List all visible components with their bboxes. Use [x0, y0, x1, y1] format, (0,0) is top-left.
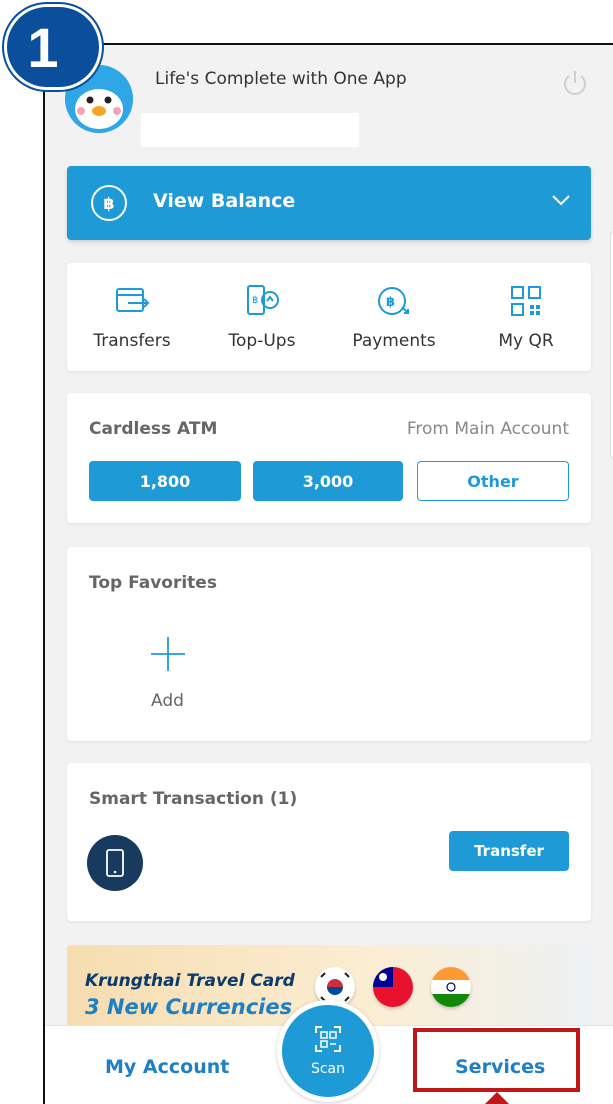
scan-icon [315, 1026, 341, 1052]
view-balance-bar[interactable]: ฿ View Balance [67, 166, 591, 240]
quick-actions-card: Transfers ฿ Top-Ups ฿ Payments My QR [67, 263, 591, 371]
add-favorite-label[interactable]: Add [151, 691, 184, 711]
amount-3000-button[interactable]: 3,000 [253, 461, 403, 501]
topups-action[interactable]: ฿ Top-Ups [197, 263, 327, 371]
smart-transaction-card: Smart Transaction (1) Transfer [67, 763, 591, 921]
scan-label: Scan [310, 1061, 346, 1077]
phone-screen: Life's Complete with One App ฿ View Bala… [43, 43, 613, 1104]
top-favorites-card: Top Favorites Add [67, 547, 591, 741]
transfers-label: Transfers [93, 331, 171, 351]
step-number-badge: 1 [4, 4, 102, 90]
top-favorites-title: Top Favorites [89, 573, 217, 593]
transfer-icon [116, 288, 150, 312]
transfers-action[interactable]: Transfers [67, 263, 197, 371]
svg-text:฿: ฿ [252, 295, 258, 306]
plus-icon[interactable] [149, 635, 187, 673]
phone-icon [106, 849, 124, 877]
my-qr-action[interactable]: My QR [461, 263, 591, 371]
nav-my-account[interactable]: My Account [105, 1056, 229, 1078]
app-tagline: Life's Complete with One App [155, 69, 407, 89]
taiwan-flag-icon [373, 967, 413, 1007]
india-flag-icon [431, 967, 471, 1007]
amount-1800-button[interactable]: 1,800 [89, 461, 241, 501]
payments-action[interactable]: ฿ Payments [329, 263, 459, 371]
smart-transfer-button[interactable]: Transfer [449, 831, 569, 871]
redacted-user-name [141, 113, 359, 147]
payments-label: Payments [352, 331, 436, 351]
promo-subtitle: 3 New Currencies [85, 995, 293, 1019]
cardless-atm-title: Cardless ATM [89, 419, 218, 439]
power-icon[interactable] [559, 67, 591, 99]
mobile-transaction-icon [87, 835, 143, 891]
cardless-atm-card: Cardless ATM From Main Account 1,800 3,0… [67, 393, 591, 523]
baht-icon: ฿ [91, 185, 127, 221]
app-header: Life's Complete with One App [45, 45, 613, 165]
smart-transaction-title: Smart Transaction (1) [89, 789, 298, 809]
promo-title: Krungthai Travel Card [85, 971, 295, 991]
chevron-down-icon[interactable] [549, 188, 573, 212]
topup-icon: ฿ [247, 285, 279, 315]
view-balance-label: View Balance [153, 190, 296, 212]
payment-icon: ฿ [378, 287, 409, 315]
pointer-arrow [485, 1092, 509, 1104]
services-highlight-box [413, 1028, 580, 1092]
qr-icon [511, 286, 541, 316]
amount-other-button[interactable]: Other [417, 461, 569, 501]
my-qr-label: My QR [498, 331, 554, 351]
svg-text:฿: ฿ [386, 295, 395, 310]
scan-button[interactable]: Scan [277, 1000, 379, 1102]
from-main-account-label: From Main Account [406, 419, 569, 439]
topups-label: Top-Ups [228, 331, 296, 351]
